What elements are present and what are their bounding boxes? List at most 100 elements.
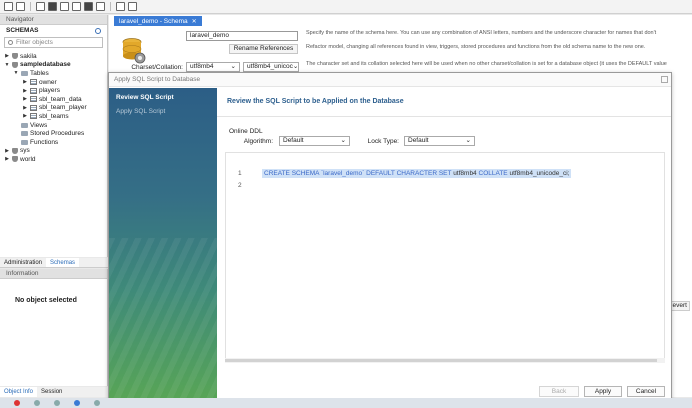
chevron-down-icon: ⌄ (292, 63, 299, 70)
navigator-panel: Navigator SCHEMAS Filter objects ▶ sakila… (0, 15, 108, 257)
tree-item-label: sbl_team_player (39, 104, 87, 112)
sql-schema-name: `laravel_demo` (320, 170, 365, 177)
refresh-icon[interactable] (95, 27, 101, 34)
lock-type-label: Lock Type: (367, 138, 399, 145)
step-review-sql-script: Review SQL Script (116, 94, 174, 101)
tree-item-sbl-team-data[interactable]: ▶ sbl_team_data (0, 95, 107, 104)
tree-item-functions[interactable]: Functions (0, 138, 107, 147)
sql-keyword: COLLATE (478, 170, 508, 177)
back-button[interactable]: Back (539, 386, 579, 397)
lock-type-select[interactable]: Default ⌄ (404, 136, 475, 146)
taskbar-app-icon[interactable] (34, 400, 40, 406)
table-icon (30, 79, 37, 86)
wizard-steps-sidebar: Review SQL Script Apply SQL Script (109, 88, 217, 400)
functions-folder-icon (21, 139, 28, 145)
expand-arrow-icon[interactable]: ▶ (22, 88, 28, 94)
create-table-icon[interactable] (60, 2, 69, 11)
inspector-icon[interactable] (36, 2, 45, 11)
table-icon (30, 87, 37, 94)
taskbar-app-icon[interactable] (74, 400, 80, 406)
tree-item-label: owner (39, 78, 57, 86)
collapse-arrow-icon[interactable]: ▼ (4, 62, 10, 68)
tree-item-label: sbl_teams (39, 112, 69, 120)
algorithm-select[interactable]: Default ⌄ (279, 136, 350, 146)
sql-keyword: DEFAULT CHARACTER SET (366, 170, 452, 177)
tree-item-views[interactable]: Views (0, 121, 107, 130)
tab-object-info[interactable]: Object Info (0, 387, 38, 397)
taskbar-app-icon[interactable] (54, 400, 60, 406)
algorithm-label: Algorithm: (243, 138, 273, 145)
sql-statement[interactable]: CREATE SCHEMA `laravel_demo` DEFAULT CHA… (262, 169, 572, 178)
expand-arrow-icon[interactable]: ▶ (4, 53, 10, 59)
tab-laravel-demo-schema[interactable]: laravel_demo - Schema ✕ (114, 16, 202, 26)
taskbar-app-icon[interactable] (14, 400, 20, 406)
taskbar-app-icon[interactable] (94, 400, 100, 406)
scrollbar-thumb[interactable] (225, 359, 657, 362)
search-table-data-icon[interactable] (116, 2, 125, 11)
cancel-button[interactable]: Cancel (627, 386, 665, 397)
database-icon (12, 147, 18, 154)
rename-references-button[interactable]: Rename References (229, 44, 298, 54)
create-function-icon[interactable] (96, 2, 105, 11)
tree-item-owner[interactable]: ▶ owner (0, 78, 107, 87)
reconnect-icon[interactable] (128, 2, 137, 11)
expand-arrow-icon[interactable]: ▶ (4, 156, 10, 162)
horizontal-scrollbar[interactable] (225, 358, 665, 363)
tree-item-sampledatabase[interactable]: ▼ sampledatabase (0, 61, 107, 70)
table-icon (30, 104, 37, 111)
filter-objects-input[interactable]: Filter objects (4, 37, 103, 48)
schema-name-input[interactable]: laravel_demo (186, 31, 298, 41)
charset-select[interactable]: utf8mb4 ⌄ (186, 62, 240, 72)
tree-item-players[interactable]: ▶ players (0, 86, 107, 95)
close-icon[interactable]: ✕ (192, 18, 197, 25)
toolbar-separator (110, 2, 111, 11)
filter-placeholder: Filter objects (16, 39, 53, 46)
schemas-header: SCHEMAS (0, 25, 107, 36)
expand-arrow-icon[interactable]: ▶ (22, 96, 28, 102)
procedures-folder-icon (21, 131, 28, 137)
maximize-icon[interactable] (661, 76, 668, 83)
apply-button[interactable]: Apply (584, 386, 622, 397)
create-procedure-icon[interactable] (84, 2, 93, 11)
chevron-down-icon: ⌄ (465, 137, 471, 144)
expand-arrow-icon[interactable]: ▶ (22, 105, 28, 111)
tree-item-sys[interactable]: ▶ sys (0, 147, 107, 156)
expand-arrow-icon[interactable]: ▶ (22, 79, 28, 85)
tree-item-label: sakila (20, 52, 37, 60)
tree-item-tables[interactable]: ▼ Tables (0, 69, 107, 78)
tree-item-stored-procedures[interactable]: Stored Procedures (0, 129, 107, 138)
tree-item-sbl-teams[interactable]: ▶ sbl_teams (0, 112, 107, 121)
tree-item-world[interactable]: ▶ world (0, 155, 107, 164)
tab-schemas[interactable]: Schemas (46, 258, 80, 267)
step-apply-sql-script: Apply SQL Script (116, 108, 166, 115)
expand-arrow-icon[interactable]: ▶ (22, 113, 28, 119)
info-tabs: Object Info Session (0, 387, 108, 397)
tables-folder-icon (21, 70, 28, 76)
toolbar-separator (30, 2, 31, 11)
charset-help-text: The character set and its collation sele… (306, 61, 667, 67)
tree-item-sbl-team-player[interactable]: ▶ sbl_team_player (0, 104, 107, 113)
information-header: Information (0, 269, 107, 279)
line-number: 2 (238, 182, 242, 189)
algorithm-value: Default (283, 137, 304, 144)
tree-item-sakila[interactable]: ▶ sakila (0, 52, 107, 61)
line-number: 1 (238, 170, 242, 177)
schemas-label: SCHEMAS (6, 27, 39, 34)
views-folder-icon (21, 122, 28, 128)
tree-item-label: Functions (30, 138, 59, 146)
sql-script-editor[interactable]: 1 2 CREATE SCHEMA `laravel_demo` DEFAULT… (225, 152, 665, 362)
expand-arrow-icon[interactable]: ▶ (4, 148, 10, 154)
database-icon (12, 156, 18, 163)
charset-value: utf8mb4 (190, 63, 214, 70)
new-sql-tab-icon[interactable] (4, 2, 13, 11)
create-schema-icon[interactable] (48, 2, 57, 11)
open-sql-script-icon[interactable] (16, 2, 25, 11)
dialog-body: Review the SQL Script to be Applied on t… (217, 88, 671, 400)
collapse-arrow-icon[interactable]: ▼ (13, 70, 19, 76)
tab-administration[interactable]: Administration (0, 258, 46, 267)
collation-select[interactable]: utf8mb4_unicoc ⌄ (243, 62, 299, 72)
schema-tree: ▶ sakila ▼ sampledatabase ▼ Tables ▶ owner ▶ play… (0, 52, 107, 164)
sql-collation: utf8mb4_unicode_ci (509, 170, 568, 177)
tab-session[interactable]: Session (37, 387, 66, 397)
create-view-icon[interactable] (72, 2, 81, 11)
